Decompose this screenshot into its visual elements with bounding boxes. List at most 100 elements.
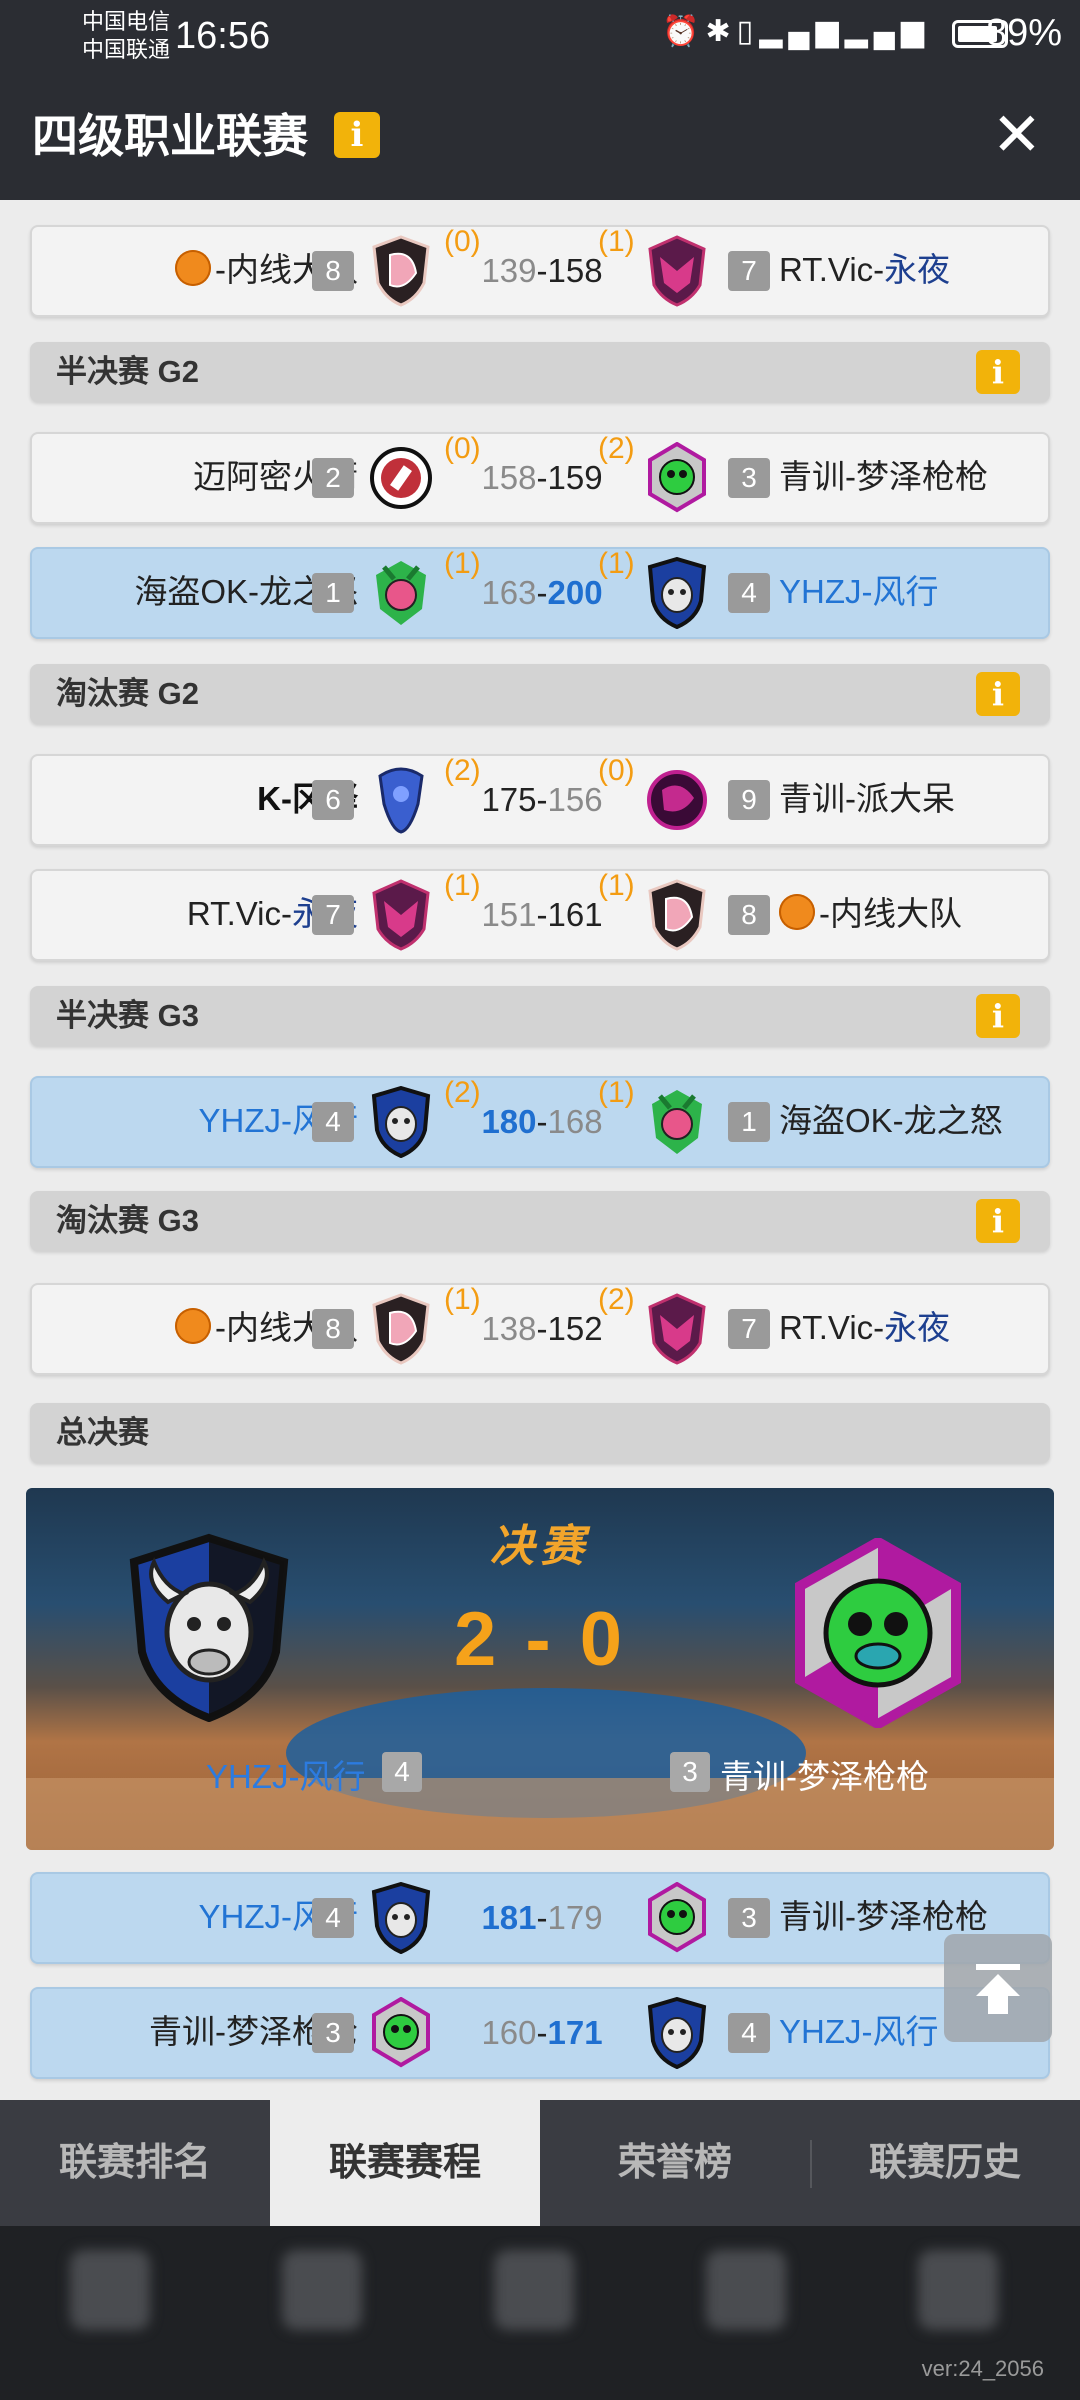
left-team-rank: 6 — [312, 780, 354, 820]
basketball-icon — [175, 1308, 211, 1344]
finals-banner[interactable]: 决赛 2 - 0 YHZJ-风行 4 3 青训-梦泽枪枪 — [26, 1488, 1054, 1850]
finals-left-team: YHZJ-风行 — [206, 1758, 366, 1795]
tab-2[interactable]: 荣誉榜 — [540, 2100, 810, 2226]
info-icon[interactable]: i — [976, 350, 1020, 394]
right-team-rank: 1 — [728, 1102, 770, 1142]
match-score: 180-168 — [442, 1100, 642, 1144]
match-score: 151-161 — [442, 893, 642, 937]
score-dash: - — [536, 1310, 548, 1347]
match-score: 163-200 — [442, 571, 642, 615]
dock-app-icon — [282, 2250, 362, 2330]
right-team-name: RT.Vic-永夜 — [779, 247, 950, 293]
right-team-label: 青训-梦泽枪枪 — [779, 1898, 988, 1935]
qingxun-logo-icon — [648, 442, 706, 513]
right-score: 200 — [547, 574, 603, 611]
qingxun-logo-icon — [372, 1997, 430, 2068]
left-team-rank: 4 — [312, 1898, 354, 1938]
tab-divider — [810, 2140, 812, 2188]
yhzj-bull-logo-icon — [129, 1533, 289, 1722]
round-title: 淘汰赛 G3 — [56, 1203, 199, 1238]
match-row[interactable]: -内线大队 8 (1) (2) 138-152 7 RT.Vic-永夜 — [30, 1283, 1050, 1375]
match-row[interactable]: YHZJ-风行 4 (2) (1) 180-168 1 海盗OK-龙之怒 — [30, 1076, 1050, 1168]
right-team-rank: 3 — [728, 458, 770, 498]
rtvic-logo-icon — [372, 879, 430, 951]
left-team-rank: 7 — [312, 895, 354, 935]
right-team-rank: 4 — [728, 573, 770, 613]
score-dash: - — [536, 781, 548, 818]
right-team-rank: 8 — [728, 895, 770, 935]
right-team-label: YHZJ-风行 — [779, 573, 939, 610]
finals-left-rank: 4 — [382, 1752, 422, 1792]
right-team-label: 海盗OK-龙之怒 — [779, 1102, 1003, 1139]
rtvic-logo-icon — [648, 235, 706, 307]
page-title: 四级职业联赛 — [32, 110, 308, 162]
right-score: 161 — [547, 896, 603, 933]
right-team-prefix: RT.Vic- — [779, 251, 885, 288]
signal-icon: ▂▄▆ — [759, 15, 845, 48]
haidao-logo-icon — [376, 561, 426, 625]
arrow-up-icon — [976, 1964, 1020, 2014]
info-icon[interactable]: i — [976, 1199, 1020, 1243]
qingxun-panda-logo-icon — [795, 1538, 961, 1728]
right-score: 179 — [547, 1899, 603, 1936]
left-score: 163 — [481, 574, 537, 611]
bottom-tab-bar: 联赛排名 联赛赛程 荣誉榜 联赛历史 — [0, 2100, 1080, 2226]
close-icon[interactable]: ✕ — [992, 102, 1042, 168]
battery-percent: 89% — [985, 12, 1062, 54]
dock-app-icon — [70, 2250, 150, 2330]
kgangduo-logo-icon — [378, 767, 424, 834]
match-score: 160-171 — [442, 2011, 642, 2055]
finals-right-rank: 3 — [670, 1752, 710, 1792]
status-bar: 中国电信 中国联通 16:56 ⏰✱▯▂▄▆▂▄▆ 89% — [0, 0, 1080, 72]
match-row[interactable]: K-冈铎 6 (2) (0) 175-156 9 青训-派大呆 — [30, 754, 1050, 846]
info-icon[interactable]: i — [976, 994, 1020, 1038]
neixian-logo-icon — [372, 1293, 430, 1365]
right-team-rank: 7 — [728, 251, 770, 291]
left-score: 175 — [481, 781, 537, 818]
right-score: 156 — [547, 781, 603, 818]
match-row[interactable]: 迈阿密火箭 2 (0) (2) 158-159 3 青训-梦泽枪枪 — [30, 432, 1050, 524]
right-score: 159 — [547, 459, 603, 496]
neixian-logo-icon — [372, 235, 430, 307]
match-row[interactable]: YHZJ-风行 4 181-179 3 青训-梦泽枪枪 — [30, 1872, 1050, 1964]
rtvic-logo-icon — [648, 1293, 706, 1365]
paidaidai-logo-icon — [647, 770, 707, 830]
carrier-1: 中国电信 — [82, 9, 171, 34]
match-score: 158-159 — [442, 456, 642, 500]
left-score: 151 — [481, 896, 537, 933]
info-icon[interactable]: i — [334, 112, 380, 158]
match-score: 181-179 — [442, 1896, 642, 1940]
right-team-rank: 9 — [728, 780, 770, 820]
yhzj-logo-icon — [371, 1086, 431, 1158]
dock-app-icon — [494, 2250, 574, 2330]
score-dash: - — [536, 2014, 548, 2051]
basketball-icon — [175, 250, 211, 286]
tab-0[interactable]: 联赛排名 — [0, 2100, 270, 2226]
right-team-suffix: 永夜 — [884, 1309, 951, 1346]
score-dash: - — [536, 896, 548, 933]
match-row[interactable]: 青训-梦泽枪枪 3 160-171 4 YHZJ-风行 — [30, 1987, 1050, 2079]
round-title: 半决赛 G2 — [56, 354, 199, 389]
status-icons: ⏰✱▯▂▄▆▂▄▆ — [662, 14, 930, 49]
score-dash: - — [536, 459, 548, 496]
tab-1[interactable]: 联赛赛程 — [270, 2100, 540, 2226]
left-score: 181 — [481, 1899, 537, 1936]
right-team-rank: 3 — [728, 1898, 770, 1938]
match-row[interactable]: 海盗OK-龙之怒 1 (1) (1) 163-200 4 YHZJ-风行 — [30, 547, 1050, 639]
right-team-name: -内线大队 — [779, 891, 962, 937]
left-score: 160 — [481, 2014, 537, 2051]
tab-3[interactable]: 联赛历史 — [810, 2100, 1080, 2226]
scroll-to-top-button[interactable] — [944, 1934, 1052, 2042]
score-dash: - — [536, 574, 548, 611]
left-team-rank: 4 — [312, 1102, 354, 1142]
match-score: 175-156 — [442, 778, 642, 822]
miami-logo-icon — [370, 447, 432, 509]
match-row[interactable]: -内线大队 8 (0) (1) 139-158 7 RT.Vic-永夜 — [30, 225, 1050, 317]
left-team-rank: 2 — [312, 458, 354, 498]
match-row[interactable]: RT.Vic-永夜7(1)(1)151-1618-内线大队 — [30, 869, 1050, 961]
info-icon[interactable]: i — [976, 672, 1020, 716]
right-team-name: 青训-梦泽枪枪 — [779, 454, 988, 500]
left-score: 180 — [481, 1103, 537, 1140]
left-team-rank: 3 — [312, 2013, 354, 2053]
qingxun-logo-icon — [648, 1882, 706, 1953]
